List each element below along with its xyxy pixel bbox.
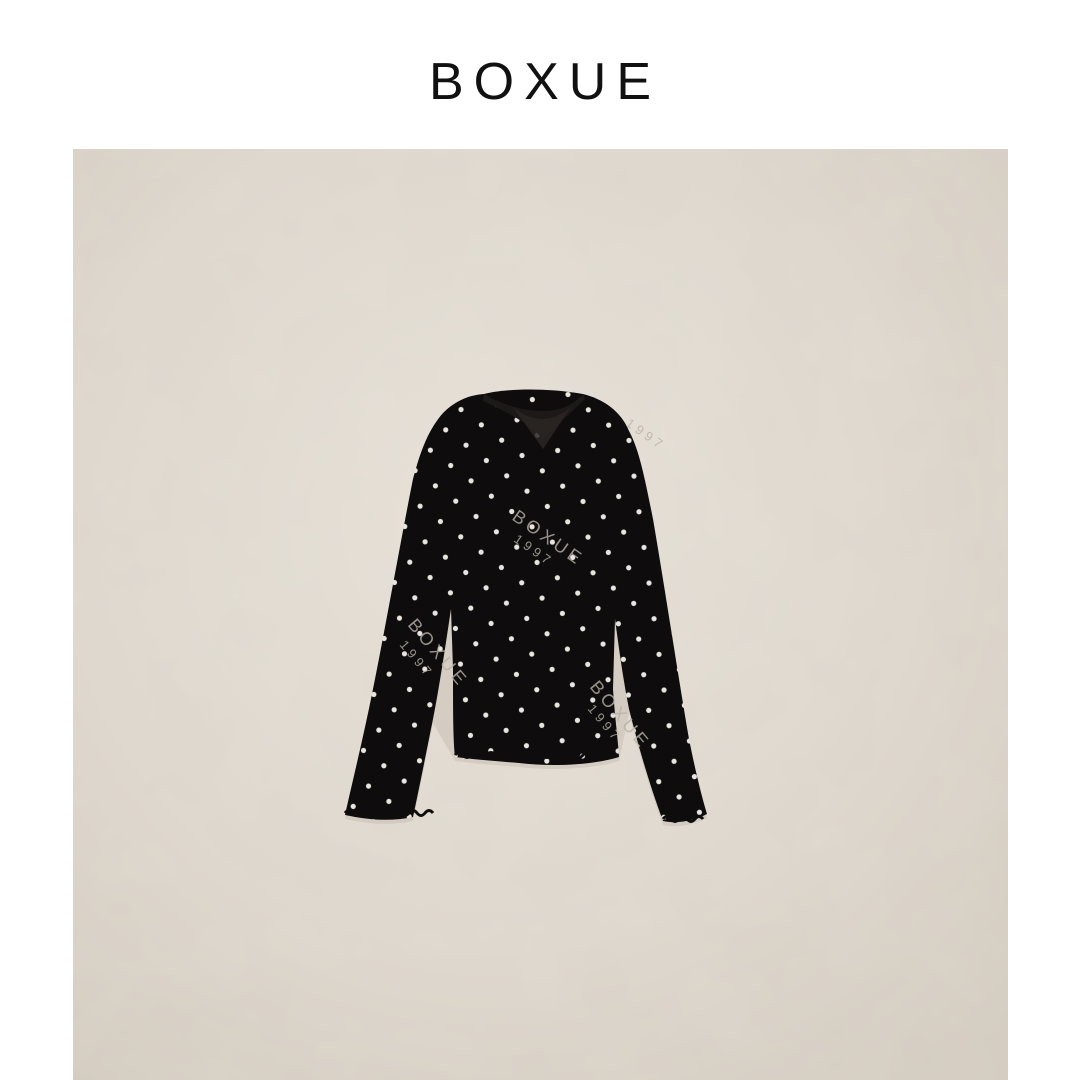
hem-ruffle xyxy=(453,751,617,759)
product-photo-canvas: BOXUE 1997 BOXUE 1997 BOXUE 1997 1997 xyxy=(73,149,1008,1080)
product-page: BOXUE BOXUE 1997 BOXUE 1997 BOXUE 1997 1… xyxy=(0,0,1080,1080)
brand-logo: BOXUE xyxy=(428,53,662,111)
product-photo: BOXUE 1997 BOXUE 1997 BOXUE 1997 1997 xyxy=(73,149,1008,1080)
